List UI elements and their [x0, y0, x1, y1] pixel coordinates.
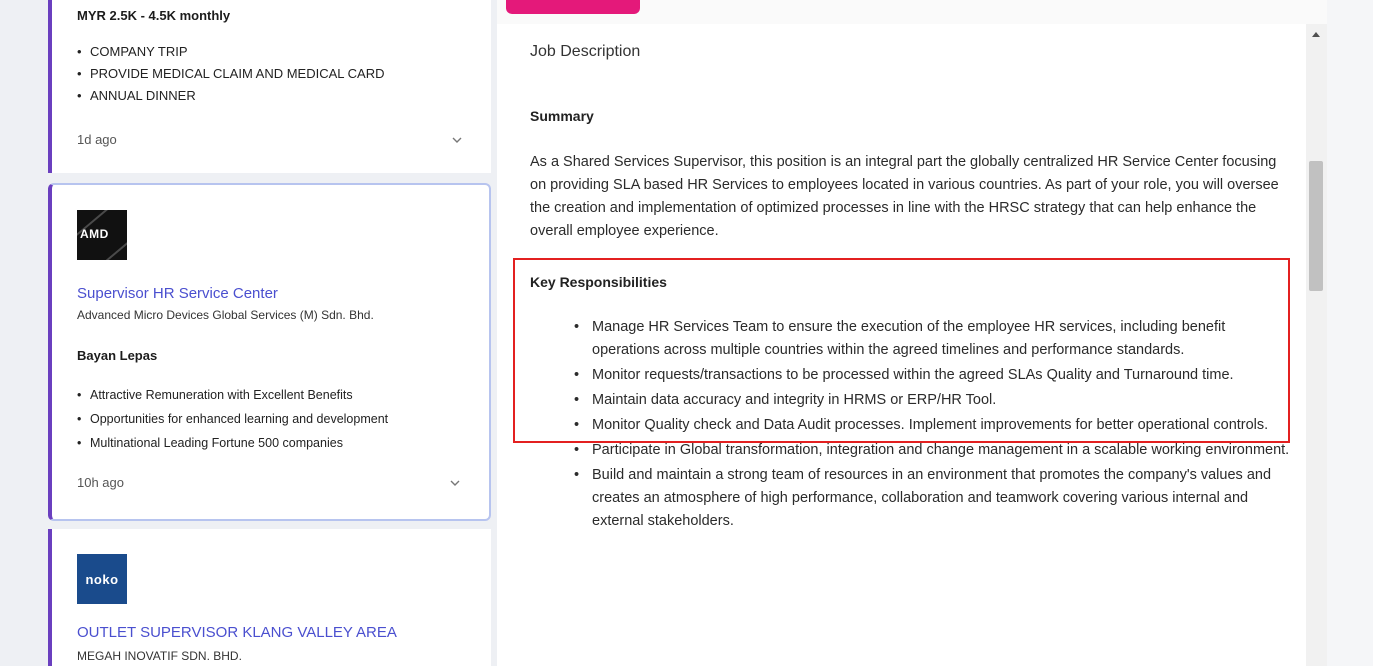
responsibility-item: Build and maintain a strong team of reso…	[530, 464, 1290, 533]
responsibilities-title: Key Responsibilities	[530, 274, 667, 290]
apply-button-edge[interactable]	[506, 0, 640, 14]
company-logo: noko	[77, 554, 127, 604]
benefit-item: Attractive Remuneration with Excellent B…	[77, 383, 388, 407]
responsibility-item: Participate in Global transformation, in…	[530, 439, 1290, 462]
benefit-item: Opportunities for enhanced learning and …	[77, 407, 388, 431]
benefit-item: Multinational Leading Fortune 500 compan…	[77, 431, 388, 455]
scrollbar[interactable]	[1306, 24, 1327, 666]
responsibilities-list: Manage HR Services Team to ensure the ex…	[530, 316, 1290, 535]
chevron-down-icon[interactable]	[451, 134, 463, 146]
benefits-list: Attractive Remuneration with Excellent B…	[77, 383, 388, 455]
page: MYR 2.5K - 4.5K monthly COMPANY TRIP PRO…	[0, 0, 1373, 666]
benefit-item: COMPANY TRIP	[77, 41, 384, 63]
posted-time: 10h ago	[77, 475, 124, 490]
benefit-item: PROVIDE MEDICAL CLAIM AND MEDICAL CARD	[77, 63, 384, 85]
salary-range: MYR 2.5K - 4.5K monthly	[77, 8, 231, 23]
company-logo: AMD	[77, 210, 127, 260]
section-heading: Job Description	[530, 43, 641, 60]
responsibility-item: Manage HR Services Team to ensure the ex…	[530, 316, 1290, 362]
benefits-list: COMPANY TRIP PROVIDE MEDICAL CLAIM AND M…	[77, 41, 384, 107]
job-card-selected[interactable]: AMD Supervisor HR Service Center Advance…	[48, 183, 491, 521]
job-location: Bayan Lepas	[77, 348, 158, 363]
scroll-up-arrow-icon[interactable]	[1312, 32, 1320, 37]
responsibility-item: Maintain data accuracy and integrity in …	[530, 389, 1290, 412]
posted-time: 1d ago	[77, 132, 117, 147]
job-card[interactable]: noko OUTLET SUPERVISOR KLANG VALLEY AREA…	[48, 529, 491, 666]
job-detail-panel[interactable]: Job Description Summary As a Shared Serv…	[497, 0, 1327, 666]
scroll-thumb[interactable]	[1309, 161, 1323, 291]
summary-title: Summary	[530, 108, 594, 124]
job-title-link[interactable]: Supervisor HR Service Center	[77, 285, 278, 302]
company-name: MEGAH INOVATIF SDN. BHD.	[77, 649, 242, 663]
job-card[interactable]: MYR 2.5K - 4.5K monthly COMPANY TRIP PRO…	[48, 0, 491, 173]
job-description: Job Description Summary As a Shared Serv…	[497, 24, 1309, 666]
responsibility-item: Monitor Quality check and Data Audit pro…	[530, 414, 1290, 437]
job-list[interactable]: MYR 2.5K - 4.5K monthly COMPANY TRIP PRO…	[0, 0, 497, 666]
summary-text: As a Shared Services Supervisor, this po…	[530, 154, 1279, 239]
company-name: Advanced Micro Devices Global Services (…	[77, 308, 374, 322]
benefit-item: ANNUAL DINNER	[77, 85, 384, 107]
chevron-down-icon[interactable]	[449, 477, 461, 489]
responsibility-item: Monitor requests/transactions to be proc…	[530, 364, 1290, 387]
job-title-link[interactable]: OUTLET SUPERVISOR KLANG VALLEY AREA	[77, 624, 397, 641]
